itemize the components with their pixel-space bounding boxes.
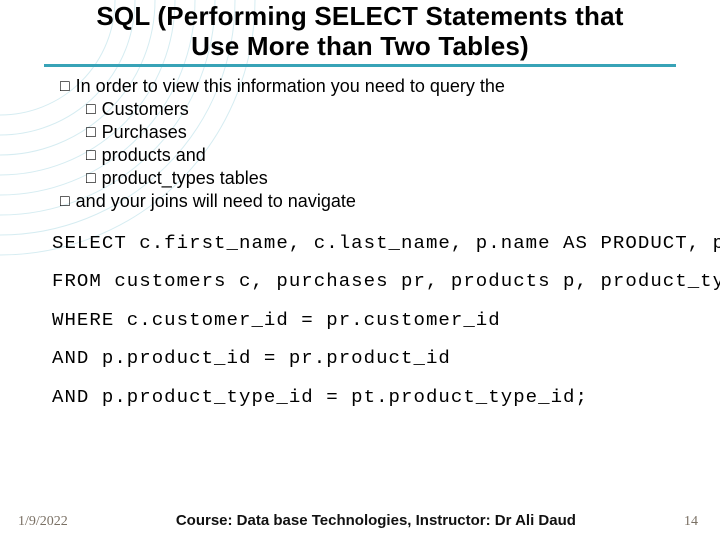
sql-line: WHERE c.customer_id = pr.customer_id [52,310,501,331]
slide-footer: 1/9/2022 Course: Data base Technologies,… [0,512,720,530]
slide-body: In order to view this information you ne… [28,75,692,418]
footer-course: Course: Data base Technologies, Instruct… [68,512,684,529]
bullet-item: products and [42,144,678,167]
sql-line: FROM customers c, purchases pr, products… [52,271,720,292]
sql-code-block: SELECT c.first_name, c.last_name, p.name… [52,225,697,417]
sql-line: SELECT c.first_name, c.last_name, p.name… [52,233,720,254]
sql-line: AND p.product_type_id = pt.product_type_… [52,387,588,408]
title-line-2: Use More than Two Tables) [191,31,529,61]
title-underline [44,64,676,67]
footer-page-number: 14 [684,514,698,530]
sql-line: AND p.product_id = pr.product_id [52,348,451,369]
slide-title: SQL (Performing SELECT Statements that U… [28,2,692,62]
title-line-1: SQL (Performing SELECT Statements that [96,1,623,31]
bullet-item: product_types tables [42,167,678,190]
slide: SQL (Performing SELECT Statements that U… [0,0,720,540]
bullet-item: Customers [42,98,678,121]
bullet-intro: In order to view this information you ne… [42,75,678,98]
footer-date: 1/9/2022 [18,514,68,530]
bullet-item: Purchases [42,121,678,144]
bullet-closing: and your joins will need to navigate [42,190,678,213]
